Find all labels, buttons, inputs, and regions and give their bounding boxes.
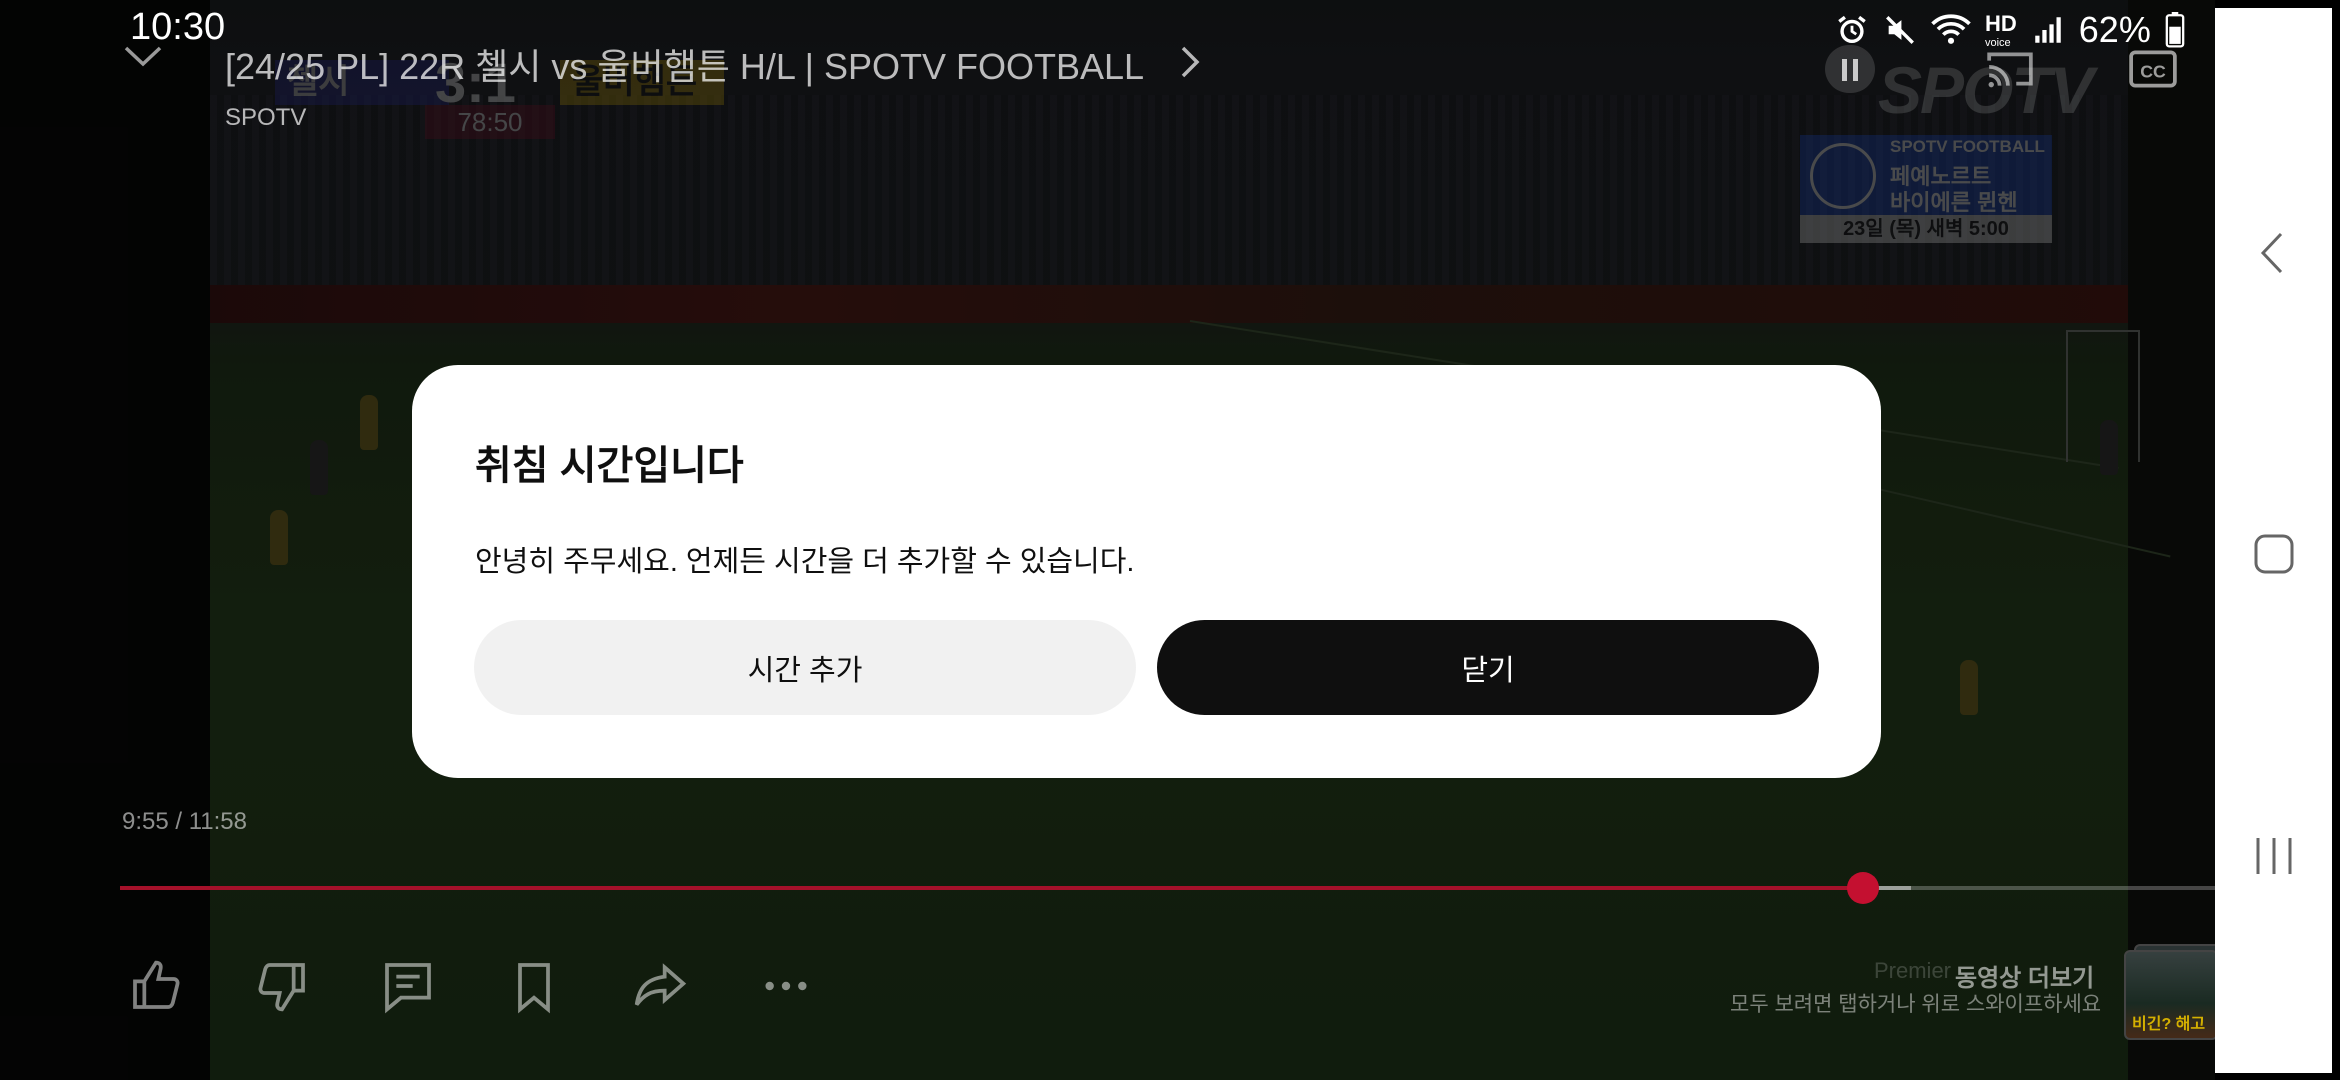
dialog-message: 안녕히 주무세요. 언제든 시간을 더 추가할 수 있습니다. (475, 546, 1135, 578)
wifi-icon (1931, 14, 1971, 44)
hd-voice-icon: HD voice (1985, 11, 2017, 49)
thumbnail-card: 비긴? 해고 (2124, 950, 2218, 1040)
captions-icon[interactable]: CC (2128, 48, 2178, 90)
bookmark-icon[interactable] (506, 958, 562, 1014)
signal-icon (2035, 17, 2061, 43)
cast-icon[interactable] (1985, 48, 2035, 90)
more-horizontal-icon[interactable] (758, 958, 814, 1014)
battery-percent: 62% (2078, 9, 2151, 50)
thumbs-down-icon[interactable] (254, 958, 310, 1014)
alarm-icon (1838, 15, 1866, 44)
screen: 첼시 3:1 울버햄튼 78:50 SPOTV FOOTBALL 페예노르트 바… (0, 0, 2340, 1080)
recents-icon[interactable] (2253, 834, 2295, 878)
back-icon[interactable] (2257, 230, 2287, 276)
chevron-right-icon[interactable] (1178, 44, 1202, 80)
home-icon[interactable] (2253, 533, 2295, 575)
thumbnail-caption: 비긴? 해고 (2132, 1016, 2206, 1033)
more-videos-thumbnail[interactable]: 비긴? 해고 (2124, 944, 2228, 1040)
pause-button[interactable] (1825, 45, 1875, 93)
dialog-title: 취침 시간입니다 (475, 444, 744, 488)
more-videos-label: Premier (1874, 958, 1952, 983)
mute-icon (1886, 16, 1914, 44)
status-icons: HD voice 62% (1835, 8, 2185, 52)
battery-icon (2165, 12, 2185, 48)
channel-name[interactable]: SPOTV (225, 104, 306, 132)
share-icon[interactable] (632, 958, 688, 1014)
system-navigation-bar (2215, 8, 2332, 1073)
svg-text:CC: CC (2140, 61, 2166, 81)
seek-bar-thumb[interactable] (1847, 872, 1880, 904)
time-readout: 9:55 / 11:58 (122, 808, 247, 835)
more-videos-hint: 모두 보려면 탭하거나 위로 스와이프하세요 (1730, 993, 2102, 1016)
close-button[interactable]: 닫기 (1157, 620, 1819, 715)
pause-icon (1842, 59, 1847, 81)
video-title[interactable]: [24/25 PL] 22R 첼시 vs 울버햄튼 H/L | SPOTV FO… (225, 38, 1144, 90)
collapse-chevron-down-icon[interactable] (118, 38, 168, 78)
comment-icon[interactable] (380, 958, 436, 1014)
bedtime-dialog: 취침 시간입니다 안녕히 주무세요. 언제든 시간을 더 추가할 수 있습니다.… (412, 365, 1881, 778)
seek-bar[interactable] (120, 872, 2215, 904)
thumbs-up-icon[interactable] (128, 958, 184, 1014)
seek-bar-played (120, 886, 1864, 890)
hd-label: HD (1985, 11, 2017, 36)
add-time-button[interactable]: 시간 추가 (474, 620, 1136, 715)
video-letterbox (0, 0, 210, 1080)
pause-icon (1853, 59, 1858, 81)
